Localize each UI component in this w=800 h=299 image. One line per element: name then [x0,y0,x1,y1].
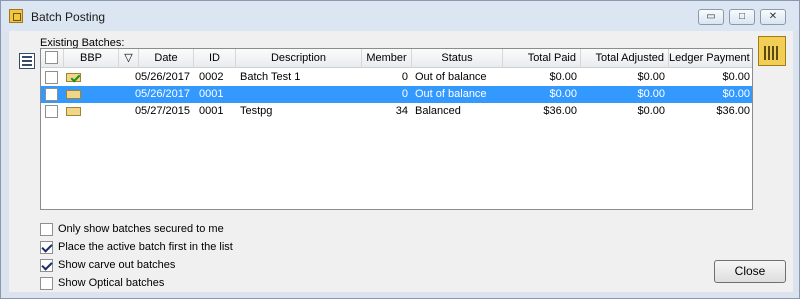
batch-icon [64,86,119,103]
bank-icon[interactable] [758,36,786,66]
batch-icon [64,103,119,120]
row-member: 34 [395,105,408,117]
select-all-column[interactable] [41,49,64,68]
active-batch-first-checkbox[interactable] [40,241,53,254]
row-total-paid: $36.00 [543,105,577,117]
row-date: 05/27/2015 [134,105,190,117]
row-checkbox[interactable] [45,71,58,84]
batch-posting-app-icon [9,9,23,23]
batch-posting-window: Batch Posting ▭ □ ✕ Existing Batches: BB… [0,0,800,299]
column-ledger-payment[interactable]: Ledger Payment [669,49,752,68]
row-total-adjusted: $0.00 [637,88,665,100]
row-member: 0 [401,71,408,83]
row-description: Testpg [240,105,273,117]
batch-list-icon[interactable] [19,53,35,69]
row-total-adjusted: $0.00 [637,71,665,83]
window-title: Batch Posting [31,10,106,24]
row-date: 05/26/2017 [134,88,190,100]
column-status[interactable]: Status [412,49,503,68]
grid-header: BBP ▽ Date ID Description Member Status … [41,49,752,68]
row-checkbox-cell[interactable] [41,103,64,120]
only-show-secured-label: Only show batches secured to me [58,223,224,235]
show-carve-out-checkbox[interactable] [40,259,53,272]
row-id: 0002 [199,71,224,83]
green-check-batch-icon [64,69,119,86]
row-member: 0 [401,88,408,100]
row-checkbox[interactable] [45,105,58,118]
maximize-button[interactable]: □ [729,9,755,25]
row-status: Balanced [415,105,461,117]
minimize-button[interactable]: ▭ [698,9,724,25]
show-carve-out-label: Show carve out batches [58,259,176,271]
row-date: 05/26/2017 [134,71,190,83]
column-total-adjusted[interactable]: Total Adjusted [581,49,669,68]
only-show-secured-checkbox[interactable] [40,223,53,236]
row-ledger-payment: $36.00 [716,105,750,117]
row-checkbox-cell[interactable] [41,69,64,86]
existing-batches-grid[interactable]: BBP ▽ Date ID Description Member Status … [40,48,753,210]
title-bar[interactable]: Batch Posting ▭ □ ✕ [1,1,799,31]
dialog-client-area: Existing Batches: BBP ▽ Date ID Descript… [9,31,793,292]
column-id[interactable]: ID [194,49,236,68]
show-optical-checkbox[interactable] [40,277,53,290]
row-status: Out of balance [415,71,487,83]
table-row[interactable]: 05/27/2015 0001 Testpg 34 Balanced $36.0… [41,103,752,120]
window-close-button[interactable]: ✕ [760,9,786,25]
row-id: 0001 [199,88,224,100]
column-date[interactable]: Date [139,49,194,68]
select-all-checkbox[interactable] [45,51,58,64]
table-row[interactable]: 05/26/2017 0002 Batch Test 1 0 Out of ba… [41,69,752,86]
row-checkbox-cell[interactable] [41,86,64,103]
column-description[interactable]: Description [236,49,362,68]
sort-indicator-icon[interactable]: ▽ [119,49,139,68]
row-total-paid: $0.00 [549,71,577,83]
row-ledger-payment: $0.00 [722,88,750,100]
active-batch-first-label: Place the active batch first in the list [58,241,233,253]
row-description: Batch Test 1 [240,71,301,83]
row-total-paid: $0.00 [549,88,577,100]
close-button[interactable]: Close [714,260,786,283]
row-checkbox[interactable] [45,88,58,101]
column-member[interactable]: Member [362,49,412,68]
show-optical-label: Show Optical batches [58,277,165,289]
row-status: Out of balance [415,88,487,100]
column-total-paid[interactable]: Total Paid [503,49,581,68]
row-ledger-payment: $0.00 [722,71,750,83]
column-bbp[interactable]: BBP [64,49,119,68]
row-total-adjusted: $0.00 [637,105,665,117]
table-row-selected[interactable]: 05/26/2017 0001 0 Out of balance $0.00 $… [41,86,752,103]
row-id: 0001 [199,105,224,117]
row-description [240,86,362,103]
